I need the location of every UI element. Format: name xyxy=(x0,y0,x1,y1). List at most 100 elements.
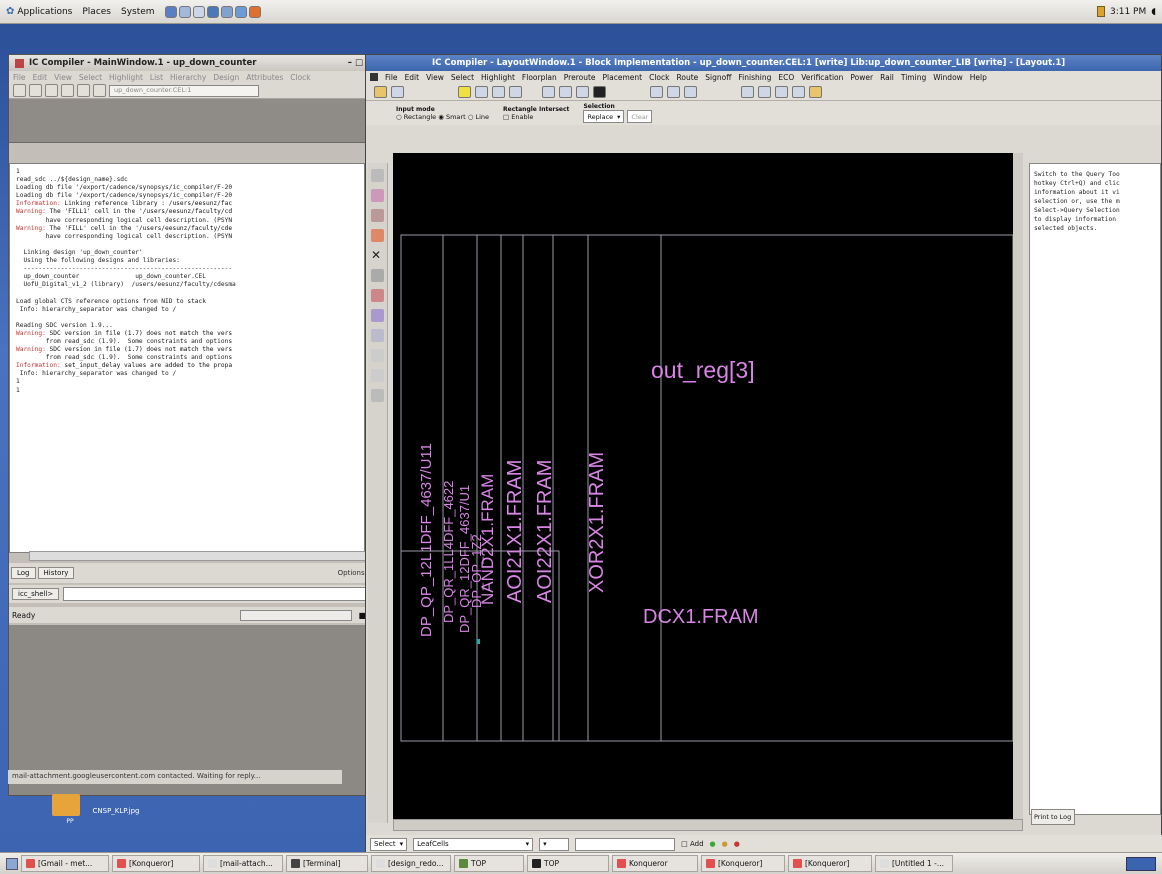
firefox-launcher-icon[interactable] xyxy=(248,5,261,18)
folder-icon[interactable] xyxy=(52,794,80,816)
toolbar-button[interactable] xyxy=(93,84,106,97)
layout-menu-edit[interactable]: Edit xyxy=(405,73,420,82)
terminal-launcher-icon[interactable] xyxy=(206,5,219,18)
toolbar-button[interactable] xyxy=(77,84,90,97)
toolbar-button[interactable] xyxy=(61,84,74,97)
image-file-label[interactable]: CNSP_KLP.jpg xyxy=(86,807,146,815)
toolbar-button[interactable] xyxy=(29,84,42,97)
stretch-tool-icon[interactable] xyxy=(371,289,384,302)
zoom-in-icon[interactable] xyxy=(542,85,555,98)
go-icon[interactable]: ● xyxy=(710,840,716,848)
menu-attributes[interactable]: Attributes xyxy=(246,73,283,82)
cell-label-aoi22[interactable]: AOI22X1.FRAM xyxy=(534,460,556,603)
show-desktop-icon[interactable] xyxy=(6,857,18,870)
select-mode-combo[interactable]: Select ▾ xyxy=(370,837,408,851)
clear-button[interactable]: Clear xyxy=(627,110,653,123)
layout-menu-signoff[interactable]: Signoff xyxy=(705,73,731,82)
layer-visibility-icon[interactable] xyxy=(667,85,680,98)
minimize-icon[interactable]: – xyxy=(348,58,352,68)
taskbar-item[interactable]: [mail-attach... xyxy=(203,855,283,872)
mail-launcher-icon[interactable] xyxy=(178,5,191,18)
layout-menu-select[interactable]: Select xyxy=(451,73,474,82)
open-icon[interactable] xyxy=(374,85,387,98)
layout-menu-highlight[interactable]: Highlight xyxy=(481,73,515,82)
canvas-horizontal-scrollbar[interactable] xyxy=(393,819,1023,831)
radio-smart[interactable]: ◉ Smart xyxy=(438,113,465,121)
console-log[interactable]: 1 read_sdc ../${design_name}.sdc Loading d… xyxy=(9,163,365,553)
zoom-out-icon[interactable] xyxy=(559,85,572,98)
taskbar-item[interactable]: [design_redo... xyxy=(371,855,451,872)
enable-checkbox[interactable]: □ Enable xyxy=(503,113,569,121)
filter-options-combo[interactable]: ▾ xyxy=(539,837,570,851)
browser-launcher-icon[interactable] xyxy=(164,5,177,18)
layout-menu-finishing[interactable]: Finishing xyxy=(738,73,771,82)
object-filter-combo[interactable]: LeafCells ▾ xyxy=(413,837,534,851)
layout-menu-power[interactable]: Power xyxy=(850,73,873,82)
layout-menu-route[interactable]: Route xyxy=(676,73,698,82)
zoom-icon[interactable] xyxy=(775,85,788,98)
radio-rectangle[interactable]: ○ Rectangle xyxy=(396,113,436,121)
volume-icon[interactable]: ◖ xyxy=(1151,7,1156,17)
tab-log[interactable]: Log xyxy=(11,567,36,579)
radio-line[interactable]: ○ Line xyxy=(468,113,489,121)
layers-icon[interactable] xyxy=(492,85,505,98)
grid-icon[interactable] xyxy=(509,85,522,98)
taskbar-item[interactable]: [Konqueror] xyxy=(112,855,200,872)
layout-menu-window[interactable]: Window xyxy=(933,73,963,82)
move-tool-icon[interactable] xyxy=(371,189,384,202)
layout-menu-eco[interactable]: ECO xyxy=(778,73,794,82)
layout-menu-file[interactable]: File xyxy=(385,73,398,82)
shell-input[interactable] xyxy=(63,587,366,601)
cell-label-dcx1[interactable]: DCX1.FRAM xyxy=(643,606,759,628)
menu-edit[interactable]: Edit xyxy=(33,73,48,82)
menu-hierarchy[interactable]: Hierarchy xyxy=(170,73,206,82)
workspace-switcher[interactable] xyxy=(1126,856,1156,871)
layout-window-titlebar[interactable]: IC Compiler - LayoutWindow.1 - Block Imp… xyxy=(366,55,1161,71)
menu-list[interactable]: List xyxy=(150,73,163,82)
menu-select[interactable]: Select xyxy=(79,73,102,82)
menu-file[interactable]: File xyxy=(13,73,26,82)
toolbar-button[interactable] xyxy=(13,84,26,97)
delete-tool-icon[interactable]: ✕ xyxy=(371,249,384,262)
cell-view-icon[interactable] xyxy=(684,85,697,98)
main-window-titlebar[interactable]: IC Compiler - MainWindow.1 - up_down_cou… xyxy=(9,55,369,71)
layout-menu-verification[interactable]: Verification xyxy=(801,73,843,82)
maximize-icon[interactable]: □ xyxy=(355,58,363,68)
taskbar-item[interactable]: [Terminal] xyxy=(286,855,368,872)
via-tool-icon[interactable] xyxy=(371,389,384,402)
options-label[interactable]: Options: xyxy=(338,569,367,577)
select-tool-icon[interactable] xyxy=(371,169,384,182)
layout-menu-view[interactable]: View xyxy=(426,73,444,82)
layout-menu-help[interactable]: Help xyxy=(970,73,987,82)
save-icon[interactable] xyxy=(391,85,404,98)
design-combo[interactable]: up_down_counter.CEL:1 xyxy=(109,84,259,97)
taskbar-item[interactable]: TOP xyxy=(454,855,524,872)
refresh-icon[interactable]: ● xyxy=(722,840,728,848)
pencil-icon[interactable] xyxy=(475,85,488,98)
taskbar-item[interactable]: [Untitled 1 -... xyxy=(875,855,953,872)
rotate-tool-icon[interactable] xyxy=(371,369,384,382)
view-options-icon[interactable] xyxy=(650,85,663,98)
align-tool-icon[interactable] xyxy=(371,269,384,282)
taskbar-item[interactable]: [Konqueror] xyxy=(788,855,872,872)
menu-clock[interactable]: Clock xyxy=(290,73,310,82)
toolbar-button[interactable] xyxy=(45,84,58,97)
query-icon[interactable] xyxy=(741,85,754,98)
route-tool-icon[interactable] xyxy=(371,329,384,342)
layout-menu-timing[interactable]: Timing xyxy=(901,73,926,82)
stop-icon[interactable] xyxy=(593,85,606,98)
help-launcher-icon[interactable] xyxy=(234,5,247,18)
layout-menu-preroute[interactable]: Preroute xyxy=(564,73,596,82)
add-tool-icon[interactable] xyxy=(371,229,384,242)
folder-icon[interactable] xyxy=(809,85,822,98)
taskbar-item[interactable]: [Konqueror] xyxy=(701,855,785,872)
system-menu[interactable]: System xyxy=(121,7,155,17)
console-horizontal-scrollbar[interactable] xyxy=(29,551,369,561)
taskbar-item[interactable]: [Gmail - met... xyxy=(21,855,109,872)
menu-design[interactable]: Design xyxy=(213,73,239,82)
menu-view[interactable]: View xyxy=(54,73,72,82)
cell-label-stack-d[interactable]: DP_OP_1Z2 xyxy=(469,534,484,608)
search-launcher-icon[interactable] xyxy=(192,5,205,18)
taskbar-item[interactable]: Konqueror xyxy=(612,855,698,872)
cell-label-stack-b[interactable]: DP_QR_1LL4DFF_4622 xyxy=(441,481,456,623)
